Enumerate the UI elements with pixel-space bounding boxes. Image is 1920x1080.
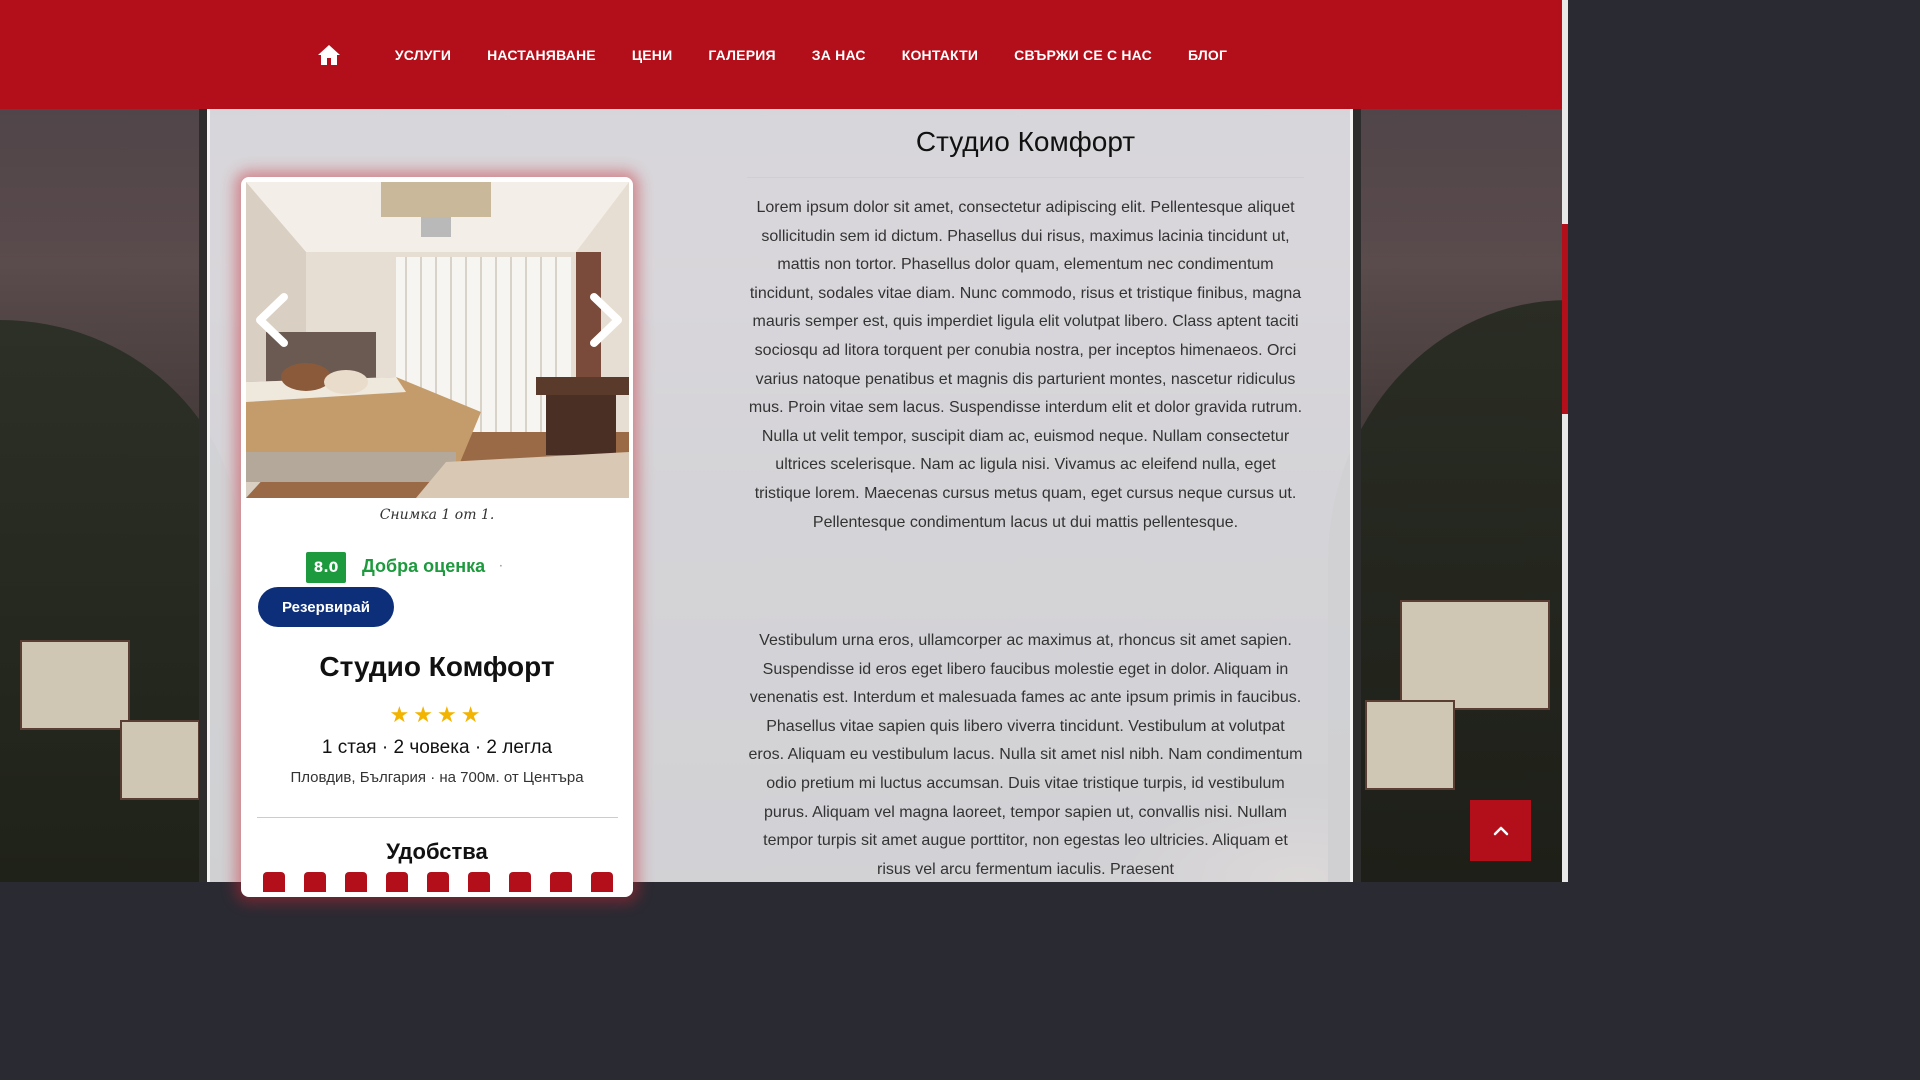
article-paragraph: Lorem ipsum dolor sit amet, consectetur … bbox=[748, 199, 1303, 531]
amenity-icon bbox=[345, 872, 367, 892]
nav-item-contact-us[interactable]: СВЪРЖИ СЕ С НАС bbox=[1014, 47, 1152, 63]
amenity-icon bbox=[263, 872, 285, 892]
article-paragraph: Vestibulum urna eros, ullamcorper ac max… bbox=[748, 632, 1303, 878]
card-title: Студио Комфорт bbox=[319, 651, 555, 682]
room-photo-slider[interactable] bbox=[246, 182, 629, 498]
nav-item-gallery[interactable]: ГАЛЕРИЯ bbox=[708, 47, 775, 63]
nav-item-prices[interactable]: ЦЕНИ bbox=[632, 47, 673, 63]
amenity-icon bbox=[509, 872, 531, 892]
page-scrollbar[interactable] bbox=[1562, 0, 1568, 882]
scroll-to-top-button[interactable] bbox=[1470, 800, 1531, 861]
amenity-icon bbox=[386, 872, 408, 892]
background-house bbox=[20, 640, 130, 730]
main-navigation: УСЛУГИ НАСТАНЯВАНЕ ЦЕНИ ГАЛЕРИЯ ЗА НАС К… bbox=[0, 0, 1562, 109]
nav-item-blog[interactable]: БЛОГ bbox=[1188, 47, 1227, 63]
room-capacity: 1 стая · 2 човека · 2 легла bbox=[321, 737, 553, 758]
chevron-up-icon bbox=[1493, 826, 1508, 835]
article-title: Студио Комфорт bbox=[915, 126, 1136, 157]
rating-label: Добра оценка bbox=[362, 556, 486, 576]
amenity-icon bbox=[591, 872, 613, 892]
nav-item-contacts[interactable]: КОНТАКТИ bbox=[902, 47, 978, 63]
divider bbox=[257, 817, 618, 818]
background-hill-right bbox=[1328, 300, 1568, 882]
room-card: Снимка 1 от 1. 8.0 Добра оценка · Резерв… bbox=[241, 177, 633, 897]
nav-item-services[interactable]: УСЛУГИ bbox=[395, 47, 451, 63]
rating-separator: · bbox=[499, 559, 503, 573]
book-button[interactable]: Резервирай bbox=[258, 587, 394, 627]
background-house bbox=[1400, 600, 1550, 710]
amenity-icon bbox=[468, 872, 490, 892]
star-rating: ★★★★ bbox=[389, 703, 485, 728]
header-bar: УСЛУГИ НАСТАНЯВАНЕ ЦЕНИ ГАЛЕРИЯ ЗА НАС К… bbox=[0, 0, 1562, 109]
background-house bbox=[120, 720, 200, 800]
chevron-right-icon[interactable] bbox=[579, 287, 624, 357]
nav-item-about[interactable]: ЗА НАС bbox=[812, 47, 866, 63]
photo-caption: Снимка 1 от 1. bbox=[379, 507, 495, 523]
divider bbox=[747, 177, 1304, 178]
amenity-icon bbox=[304, 872, 326, 892]
rating-score-badge: 8.0 bbox=[306, 552, 346, 583]
location-text: Пловдив, България · на 700м. от Центъра bbox=[290, 769, 584, 786]
amenity-icon bbox=[427, 872, 449, 892]
amenities-icons bbox=[263, 872, 613, 892]
background-house bbox=[1365, 700, 1455, 790]
scrollbar-thumb[interactable] bbox=[1562, 224, 1568, 414]
amenities-heading: Удобства bbox=[386, 839, 488, 864]
amenity-icon bbox=[550, 872, 572, 892]
chevron-left-icon[interactable] bbox=[251, 287, 296, 357]
room-photo bbox=[246, 182, 629, 498]
nav-item-accommodation[interactable]: НАСТАНЯВАНЕ bbox=[487, 47, 596, 63]
home-icon[interactable] bbox=[317, 44, 341, 66]
